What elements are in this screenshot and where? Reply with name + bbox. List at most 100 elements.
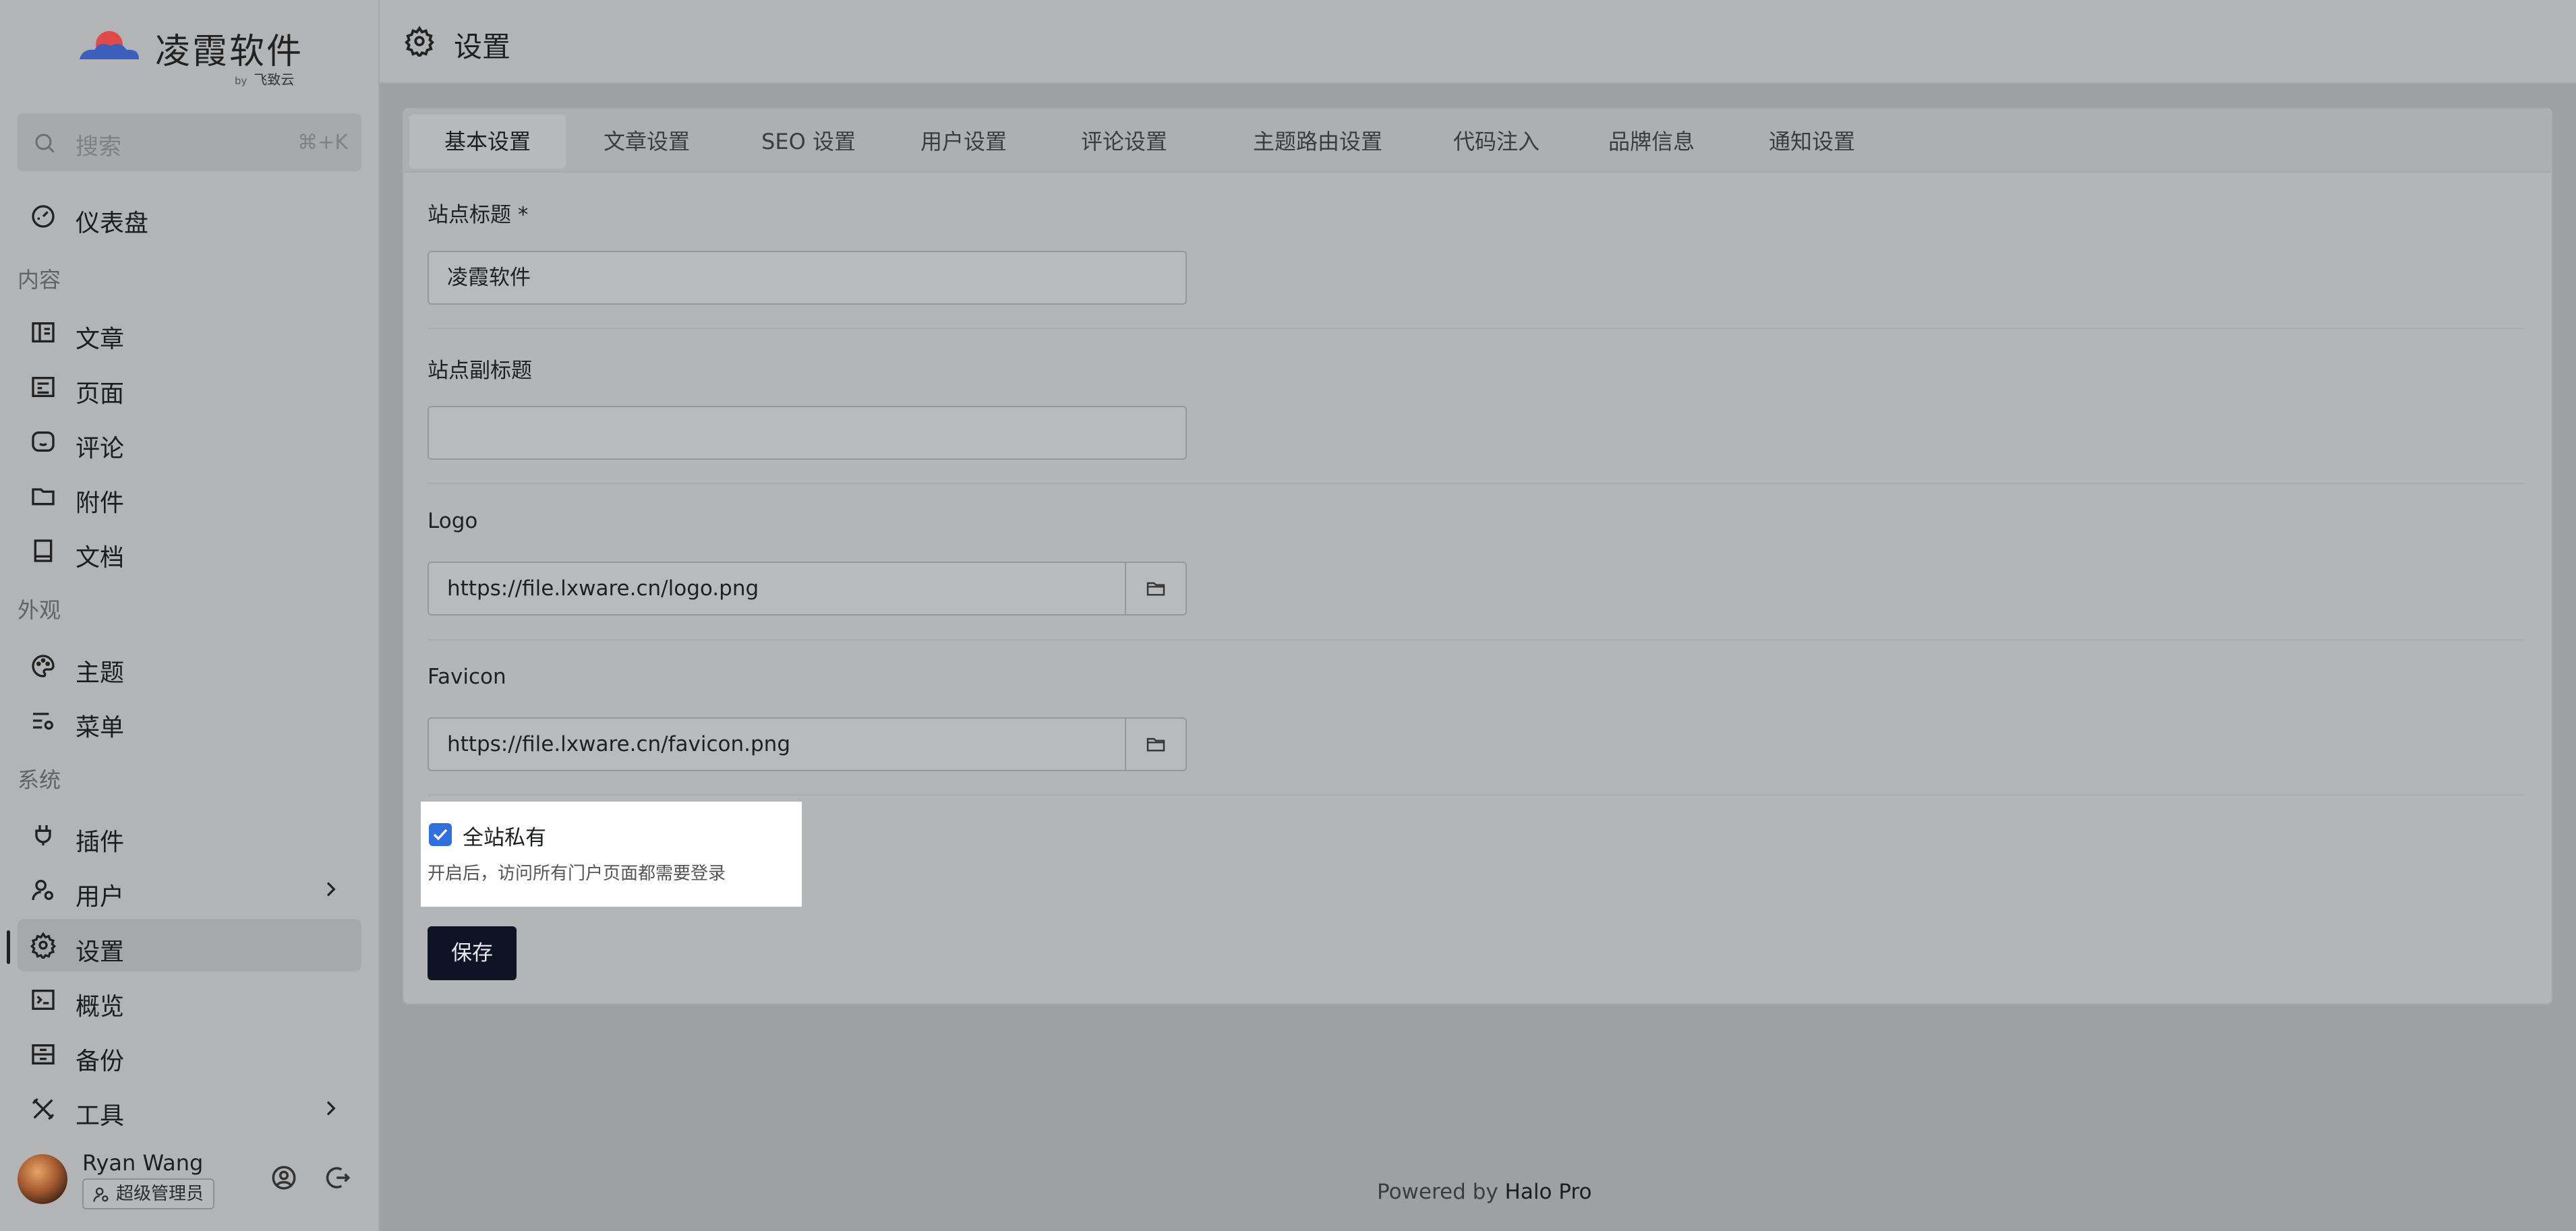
page-title: 设置	[454, 30, 511, 63]
sidebar-item-label: 仪表盘	[76, 210, 149, 237]
divider	[428, 483, 2525, 484]
sidebar-item-overview[interactable]: 概览	[18, 973, 361, 1026]
palette-icon	[32, 655, 55, 678]
sidebar-item-label: 主题	[76, 659, 125, 687]
sidebar-item-label: 概览	[76, 993, 125, 1021]
posts-icon	[32, 322, 55, 342]
sidebar-item-label: 备份	[76, 1048, 125, 1075]
footer-prefix: Powered by	[1377, 1180, 1498, 1204]
favicon-value: https://file.lxware.cn/favicon.png	[447, 732, 791, 756]
chevron-right-icon	[326, 1101, 336, 1116]
sidebar-item-attachments[interactable]: 附件	[18, 470, 361, 522]
sidebar-item-settings[interactable]: 设置	[18, 919, 361, 971]
sidebar-item-label: 附件	[76, 489, 125, 517]
divider	[428, 794, 2525, 795]
sidebar-item-backup[interactable]: 备份	[18, 1028, 361, 1081]
favicon-label: Favicon	[428, 665, 506, 689]
logout-icon[interactable]	[324, 1164, 352, 1192]
group-label-content: 内容	[18, 267, 61, 293]
page-header: 设置	[380, 0, 2576, 84]
sidebar-item-dashboard[interactable]: 仪表盘	[18, 190, 361, 243]
group-label-system: 系统	[18, 767, 61, 793]
logo-browse-button[interactable]	[1125, 563, 1185, 614]
logo-field[interactable]: https://file.lxware.cn/logo.png	[428, 562, 1187, 616]
dashboard-icon	[32, 205, 55, 228]
check-icon	[433, 829, 448, 841]
sidebar-item-posts[interactable]: 文章	[18, 306, 361, 359]
tab-posts[interactable]: 文章设置	[586, 115, 707, 169]
favicon-field[interactable]: https://file.lxware.cn/favicon.png	[428, 717, 1187, 771]
divider	[428, 328, 2525, 329]
archive-icon	[32, 1044, 55, 1064]
brand-name: 凌霞软件	[155, 32, 304, 72]
cloud-logo-icon	[80, 31, 139, 59]
sidebar-item-comments[interactable]: 评论	[18, 415, 361, 468]
terminal-icon	[32, 990, 55, 1010]
sidebar-item-label: 设置	[76, 938, 125, 966]
role-label: 超级管理员	[116, 1184, 204, 1204]
site-subtitle-label: 站点副标题	[428, 359, 532, 383]
tab-code-injection[interactable]: 代码注入	[1436, 115, 1557, 169]
gear-icon	[405, 26, 434, 57]
tab-basic[interactable]: 基本设置	[409, 115, 566, 169]
divider	[428, 639, 2525, 640]
tab-bar: 基本设置 文章设置 SEO 设置 用户设置 评论设置 主题路由设置 代码注入 品…	[404, 109, 2551, 173]
site-private-help: 开启后，访问所有门户页面都需要登录	[428, 864, 726, 884]
tab-comments[interactable]: 评论设置	[1063, 115, 1185, 169]
sidebar-item-users[interactable]: 用户	[18, 864, 361, 916]
sidebar-item-docs[interactable]: 文档	[18, 524, 361, 577]
sidebar: 凌霞软件 by 飞致云 搜索 ⌘+K 仪表盘 内容 文章 页面 评论 附件 文档 …	[0, 0, 380, 1231]
sidebar-item-label: 菜单	[76, 714, 125, 742]
save-button[interactable]: 保存	[428, 926, 517, 980]
footer-brand-link[interactable]: Halo Pro	[1505, 1180, 1592, 1204]
sidebar-item-plugins[interactable]: 插件	[18, 809, 361, 862]
profile-icon[interactable]	[270, 1164, 298, 1192]
folder-icon	[1146, 738, 1165, 752]
site-title-input[interactable]: 凌霞软件	[428, 251, 1187, 305]
sidebar-item-pages[interactable]: 页面	[18, 361, 361, 413]
brand-by-name: 飞致云	[254, 71, 295, 88]
tab-brand[interactable]: 品牌信息	[1591, 115, 1712, 169]
sidebar-item-menus[interactable]: 菜单	[18, 694, 361, 747]
book-icon	[34, 539, 53, 562]
user-name: Ryan Wang	[82, 1150, 204, 1176]
tab-notifications[interactable]: 通知设置	[1751, 115, 1873, 169]
search-placeholder: 搜索	[76, 133, 121, 160]
user-block: Ryan Wang 超级管理员	[15, 1149, 365, 1216]
avatar[interactable]	[18, 1154, 67, 1204]
site-subtitle-input[interactable]	[428, 406, 1187, 460]
chevron-right-icon	[326, 882, 336, 897]
plug-icon	[35, 825, 51, 845]
brand-by-prefix: by	[235, 75, 247, 87]
role-badge: 超级管理员	[82, 1178, 215, 1209]
site-private-checkbox[interactable]	[429, 823, 452, 846]
footer: Powered by Halo Pro	[1377, 1180, 1591, 1204]
sidebar-item-label: 评论	[76, 435, 125, 462]
tab-seo[interactable]: SEO 设置	[741, 115, 876, 169]
menu-settings-icon	[33, 713, 54, 730]
sidebar-item-themes[interactable]: 主题	[18, 640, 361, 692]
tools-icon	[32, 1098, 55, 1120]
group-label-appearance: 外观	[18, 597, 61, 623]
sidebar-item-label: 工具	[76, 1102, 125, 1130]
logo-label: Logo	[428, 509, 478, 533]
sidebar-item-label: 文档	[76, 544, 125, 572]
comment-icon	[32, 431, 55, 452]
sidebar-item-tools[interactable]: 工具	[18, 1083, 361, 1135]
search-shortcut: ⌘+K	[297, 131, 348, 154]
site-private-label: 全站私有	[463, 826, 546, 850]
favicon-browse-button[interactable]	[1125, 719, 1185, 770]
site-title-label: 站点标题 *	[428, 203, 529, 227]
site-private-option: 全站私有 开启后，访问所有门户页面都需要登录	[421, 802, 802, 907]
logo-value: https://file.lxware.cn/logo.png	[447, 576, 759, 601]
sidebar-item-label: 页面	[76, 380, 125, 408]
sidebar-item-label: 文章	[76, 326, 125, 353]
user-role-icon	[93, 1187, 109, 1202]
tab-theme-routes[interactable]: 主题路由设置	[1227, 115, 1409, 169]
tab-users[interactable]: 用户设置	[903, 115, 1024, 169]
user-settings-icon	[32, 880, 54, 901]
folder-icon	[32, 488, 55, 506]
brand-logo[interactable]: 凌霞软件 by 飞致云	[76, 20, 305, 94]
search-box[interactable]: 搜索 ⌘+K	[18, 113, 361, 171]
active-indicator	[7, 930, 10, 964]
